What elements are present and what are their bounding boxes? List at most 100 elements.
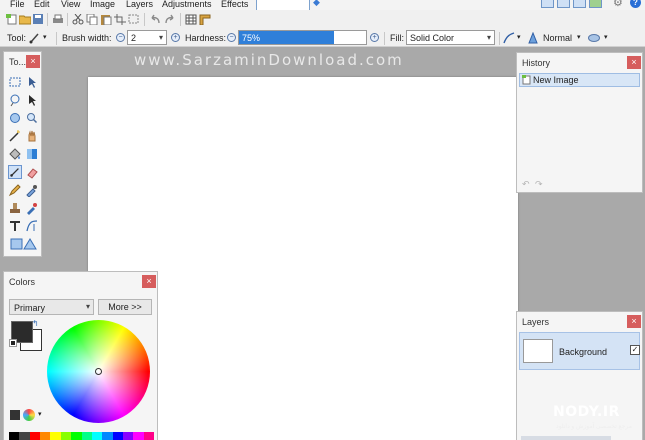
hardness-slider[interactable]: 75% bbox=[238, 30, 367, 45]
chevron-down-icon[interactable]: ▾ bbox=[43, 33, 47, 41]
toolbar-separator bbox=[56, 32, 57, 45]
palette-swatch-icon[interactable] bbox=[10, 410, 20, 420]
grid-icon[interactable] bbox=[185, 14, 197, 25]
swap-colors-icon[interactable]: ↰ bbox=[32, 319, 39, 328]
history-item[interactable]: New Image bbox=[519, 73, 640, 87]
chevron-down-icon[interactable]: ◆ bbox=[313, 0, 320, 8]
chevron-down-icon[interactable]: ▾ bbox=[604, 33, 608, 41]
gradient-icon[interactable] bbox=[25, 147, 39, 161]
palette-color[interactable] bbox=[40, 432, 51, 440]
menu-view[interactable]: View bbox=[61, 0, 80, 9]
clone-stamp-icon[interactable] bbox=[8, 201, 22, 215]
colors-panel-title: Colors bbox=[9, 277, 36, 287]
decrease-width-button[interactable]: − bbox=[116, 33, 125, 42]
copy-icon[interactable] bbox=[86, 14, 98, 25]
menu-layers[interactable]: Layers bbox=[126, 0, 153, 9]
close-icon[interactable]: × bbox=[627, 315, 641, 328]
recolor-icon[interactable] bbox=[25, 201, 39, 215]
colors-window-icon[interactable] bbox=[589, 0, 602, 8]
close-icon[interactable]: × bbox=[26, 55, 40, 68]
palette-color[interactable] bbox=[81, 432, 92, 440]
move-selection-icon[interactable] bbox=[25, 75, 39, 89]
palette-color[interactable] bbox=[29, 432, 41, 440]
save-icon[interactable] bbox=[32, 14, 44, 25]
palette-color[interactable] bbox=[19, 432, 30, 440]
palette-color[interactable] bbox=[9, 432, 20, 440]
lasso-select-icon[interactable] bbox=[8, 93, 22, 107]
new-file-icon[interactable] bbox=[6, 14, 18, 25]
antialias-icon[interactable] bbox=[503, 32, 515, 44]
menu-image[interactable]: Image bbox=[90, 0, 115, 9]
tool-window-icon[interactable] bbox=[541, 0, 554, 8]
color-picker-icon[interactable] bbox=[25, 183, 39, 197]
print-icon[interactable] bbox=[52, 14, 64, 25]
ellipse-select-icon[interactable] bbox=[8, 111, 22, 125]
paintbrush-tool-icon[interactable] bbox=[8, 165, 22, 179]
more-colors-button[interactable]: More >> bbox=[98, 299, 152, 315]
fill-select[interactable]: Solid Color ▾ bbox=[406, 30, 495, 45]
pencil-icon[interactable] bbox=[8, 183, 22, 197]
eraser-icon[interactable] bbox=[25, 165, 39, 179]
color-mode-select[interactable]: Primary ▾ bbox=[9, 299, 94, 315]
reset-colors-icon[interactable] bbox=[9, 339, 17, 347]
palette-color[interactable] bbox=[60, 432, 72, 440]
palette-color[interactable] bbox=[91, 432, 103, 440]
chevron-down-icon[interactable]: ▾ bbox=[517, 33, 521, 41]
layer-row[interactable]: Background ✓ bbox=[519, 332, 640, 370]
paint-bucket-icon[interactable] bbox=[8, 147, 22, 161]
deselect-icon[interactable] bbox=[128, 14, 140, 25]
brush-width-input[interactable]: 2 ▾ bbox=[127, 30, 167, 45]
menu-effects[interactable]: Effects bbox=[221, 0, 248, 9]
move-selected-icon[interactable] bbox=[25, 93, 39, 107]
blend-mode-value[interactable]: Normal bbox=[543, 33, 572, 43]
decrease-hardness-button[interactable]: − bbox=[227, 33, 236, 42]
palette-color[interactable] bbox=[71, 432, 82, 440]
palette-color[interactable] bbox=[50, 432, 61, 440]
open-folder-icon[interactable] bbox=[19, 14, 31, 25]
shapes-icon[interactable] bbox=[10, 237, 38, 251]
toolbar-separator bbox=[144, 13, 145, 26]
undo-icon[interactable] bbox=[149, 14, 161, 25]
tools-panel: To... × bbox=[3, 51, 42, 257]
history-window-icon[interactable] bbox=[557, 0, 570, 8]
increase-width-button[interactable]: + bbox=[171, 33, 180, 42]
layer-visibility-checkbox[interactable]: ✓ bbox=[630, 345, 640, 355]
color-palette[interactable] bbox=[9, 432, 155, 440]
paintbrush-icon[interactable] bbox=[29, 32, 41, 44]
chevron-down-icon[interactable]: ▾ bbox=[38, 410, 42, 418]
close-icon[interactable]: × bbox=[142, 275, 156, 288]
color-wheel-cursor[interactable] bbox=[95, 368, 102, 375]
paste-icon[interactable] bbox=[100, 14, 112, 25]
zoom-icon[interactable] bbox=[25, 111, 39, 125]
ruler-icon[interactable] bbox=[199, 14, 211, 25]
palette-color[interactable] bbox=[122, 432, 134, 440]
blend-mode-icon[interactable] bbox=[527, 32, 539, 44]
chevron-down-icon[interactable]: ▾ bbox=[577, 33, 581, 41]
help-icon[interactable]: ? bbox=[630, 0, 641, 8]
magic-wand-icon[interactable] bbox=[8, 129, 22, 143]
watermark-text: www.SarzaminDownload.com bbox=[134, 51, 404, 69]
alpha-blending-icon[interactable] bbox=[588, 34, 600, 42]
menu-edit[interactable]: Edit bbox=[34, 0, 50, 9]
palette-menu-icon[interactable] bbox=[23, 409, 35, 421]
menu-adjustments[interactable]: Adjustments bbox=[162, 0, 212, 9]
menu-bar: File Edit View Image Layers Adjustments … bbox=[0, 0, 645, 24]
palette-color[interactable] bbox=[112, 432, 123, 440]
gear-icon[interactable]: ⚙ bbox=[613, 0, 623, 9]
menu-file[interactable]: File bbox=[10, 0, 25, 9]
palette-color[interactable] bbox=[133, 432, 144, 440]
rectangle-select-icon[interactable] bbox=[8, 75, 22, 89]
palette-color[interactable] bbox=[143, 432, 155, 440]
line-curve-icon[interactable] bbox=[25, 219, 39, 233]
redo-icon[interactable] bbox=[164, 14, 176, 25]
palette-color[interactable] bbox=[102, 432, 113, 440]
cut-icon[interactable] bbox=[72, 14, 84, 25]
undo-icon[interactable]: ↶ bbox=[522, 179, 530, 190]
redo-icon[interactable]: ↷ bbox=[535, 179, 543, 190]
pan-hand-icon[interactable] bbox=[25, 129, 39, 143]
layers-window-icon[interactable] bbox=[573, 0, 586, 8]
increase-hardness-button[interactable]: + bbox=[370, 33, 379, 42]
crop-icon[interactable] bbox=[114, 14, 126, 25]
text-tool-icon[interactable] bbox=[8, 219, 22, 233]
close-icon[interactable]: × bbox=[627, 56, 641, 69]
